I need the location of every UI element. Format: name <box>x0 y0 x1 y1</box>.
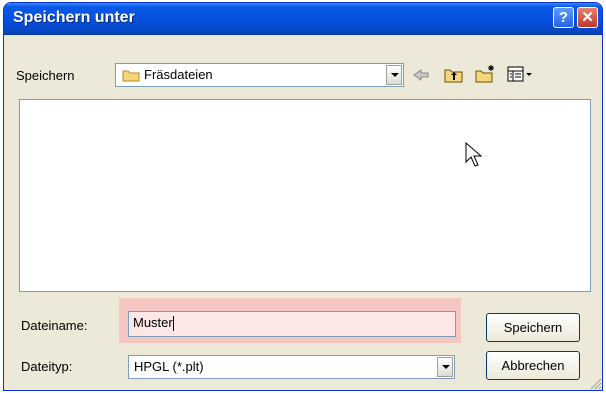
text-caret <box>172 316 174 332</box>
location-label: Speichern <box>16 68 75 83</box>
view-menu-icon[interactable] <box>507 66 535 84</box>
resize-grip-icon[interactable] <box>590 378 602 390</box>
titlebar: Speichern unter ? ✕ <box>4 3 602 35</box>
close-button[interactable]: ✕ <box>577 7 598 28</box>
help-button[interactable]: ? <box>553 7 574 28</box>
location-dropdown-button[interactable] <box>386 65 402 85</box>
window-title: Speichern unter <box>13 9 135 26</box>
save-button[interactable]: Speichern <box>486 313 580 342</box>
filename-value: Muster <box>133 315 173 330</box>
up-folder-icon[interactable] <box>444 66 464 84</box>
back-icon[interactable] <box>412 68 430 82</box>
filename-label: Dateiname: <box>21 318 88 333</box>
filetype-label: Dateityp: <box>21 359 73 374</box>
location-value: Fräsdateien <box>144 67 213 82</box>
folder-icon <box>122 70 140 82</box>
mouse-cursor-icon <box>465 142 483 167</box>
new-folder-icon[interactable] <box>475 64 497 84</box>
location-combo[interactable]: Fräsdateien <box>115 63 404 87</box>
file-list[interactable] <box>19 99 591 292</box>
filetype-combo[interactable]: HPGL (*.plt) <box>128 355 455 379</box>
save-as-dialog: Speichern unter ? ✕ Speichern Fräsdateie… <box>3 2 603 391</box>
filename-input[interactable]: Muster <box>128 311 456 337</box>
cancel-button[interactable]: Abbrechen <box>486 351 580 380</box>
filetype-dropdown-button[interactable] <box>437 357 453 377</box>
filetype-value: HPGL (*.plt) <box>134 359 204 374</box>
